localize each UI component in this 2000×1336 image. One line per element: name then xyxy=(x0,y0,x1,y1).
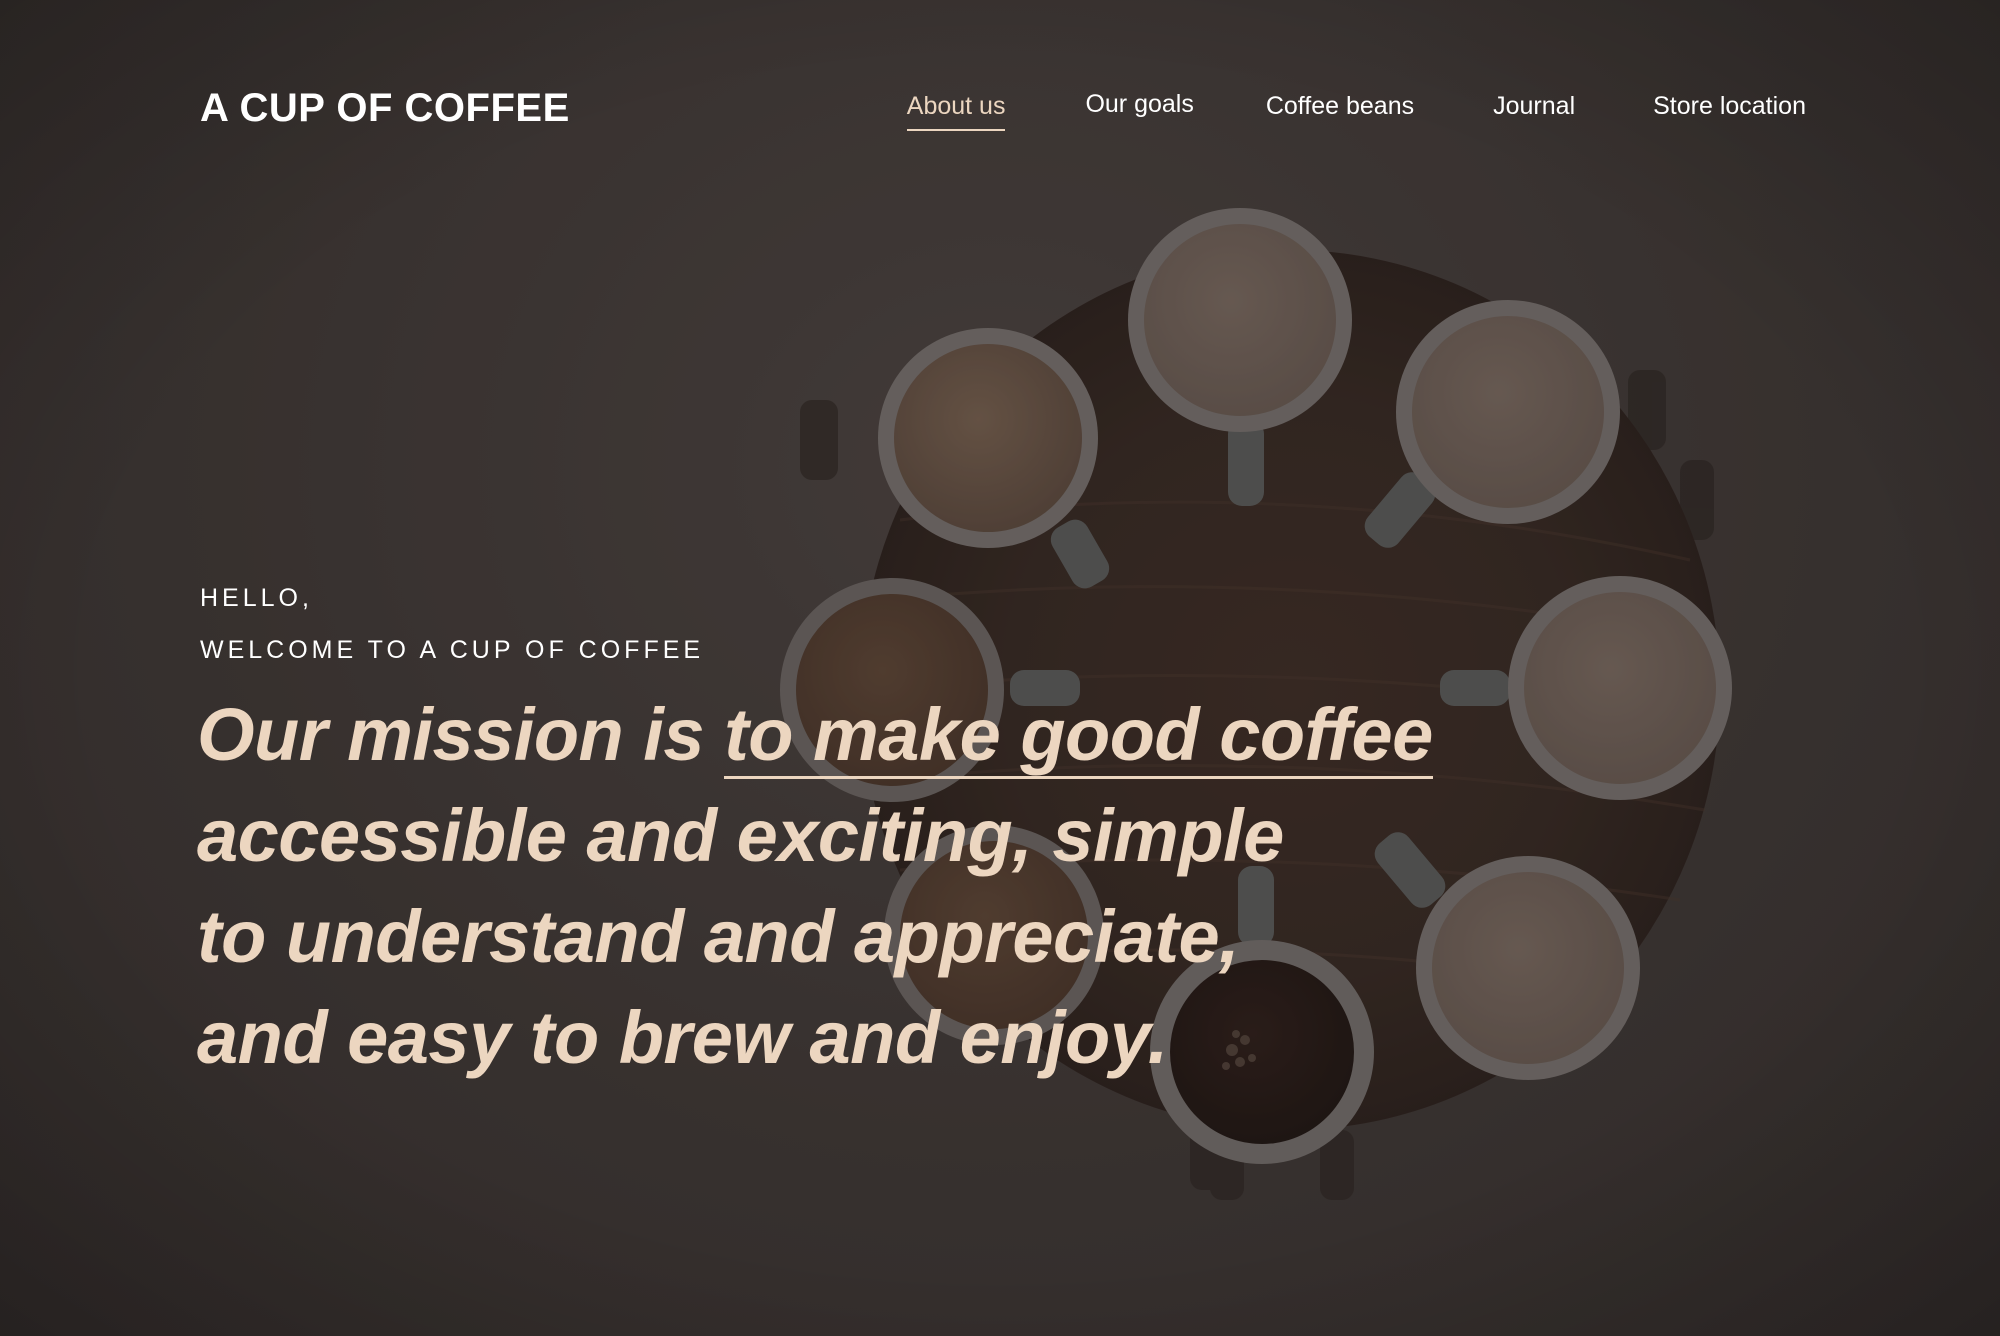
nav-item-journal[interactable]: Journal xyxy=(1493,92,1575,131)
site-logo[interactable]: A CUP OF COFFEE xyxy=(200,86,570,131)
nav-item-store-location[interactable]: Store location xyxy=(1653,92,1806,131)
page: A CUP OF COFFEE About us Our goals Coffe… xyxy=(0,0,2000,1336)
hero-section: HELLO, WELCOME TO A CUP OF COFFEE Our mi… xyxy=(197,572,1500,1088)
greeting-hello: HELLO, xyxy=(200,584,313,612)
mission-statement: Our mission is to make good coffee acces… xyxy=(197,684,1500,1088)
nav-item-about-us[interactable]: About us xyxy=(906,92,1006,131)
mission-line-2: accessible and exciting, simple xyxy=(197,794,1284,877)
greeting-welcome: WELCOME TO A CUP OF COFFEE xyxy=(200,636,705,664)
main-nav: About us Our goals Coffee beans Journal … xyxy=(906,90,1806,131)
mission-line-4: and easy to brew and enjoy. xyxy=(197,996,1168,1079)
site-header: A CUP OF COFFEE About us Our goals Coffe… xyxy=(200,78,1806,142)
mission-line-3: to understand and appreciate, xyxy=(197,895,1240,978)
nav-item-coffee-beans[interactable]: Coffee beans xyxy=(1266,92,1414,131)
mission-line-1: Our mission is to make good coffee xyxy=(197,684,1500,785)
nav-item-our-goals[interactable]: Our goals xyxy=(1085,90,1193,131)
mission-highlight: to make good coffee xyxy=(724,694,1433,779)
mission-lead: Our mission is xyxy=(197,693,725,776)
